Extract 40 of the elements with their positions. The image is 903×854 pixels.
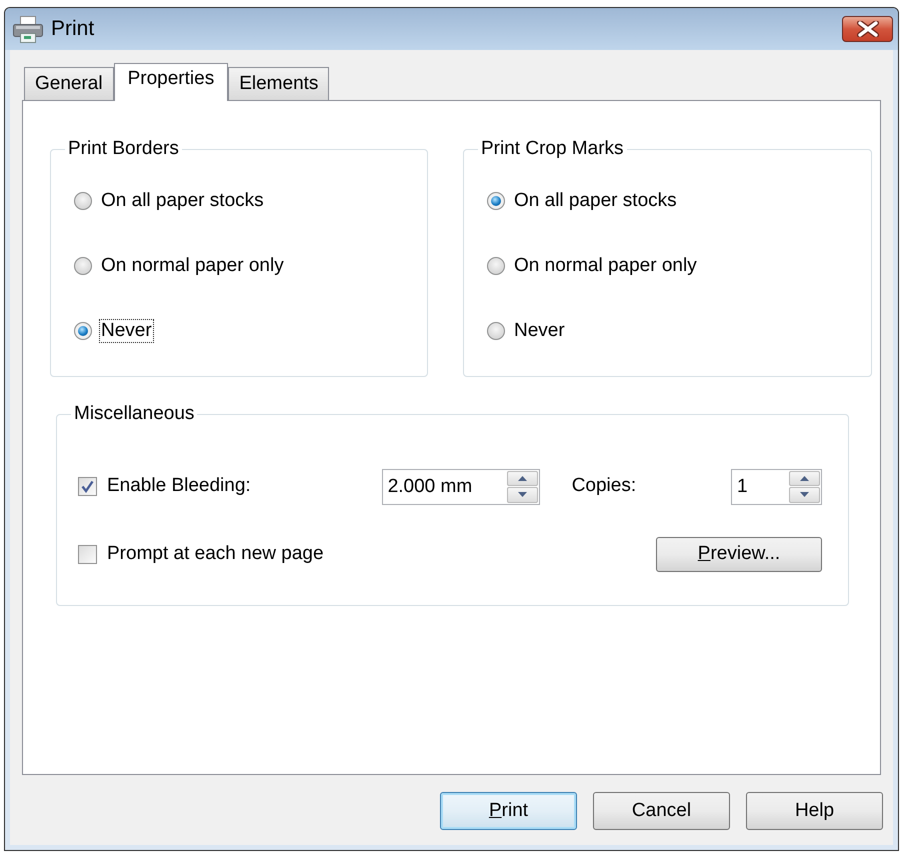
radio-button[interactable] (74, 322, 92, 340)
close-button[interactable] (842, 16, 893, 42)
group-title: Print Crop Marks (480, 137, 625, 161)
radio-button[interactable] (487, 192, 505, 210)
spin-down-button[interactable] (789, 487, 820, 502)
option-label: On normal paper only (513, 254, 698, 276)
up-arrow-icon (800, 476, 809, 481)
tab[interactable]: Properties (114, 63, 228, 101)
group-title: Miscellaneous (73, 402, 196, 426)
up-arrow-icon (518, 476, 527, 481)
dialog-button[interactable]: Print (440, 792, 577, 830)
close-icon (856, 21, 878, 37)
spin-up-button[interactable] (506, 470, 538, 486)
preview-button[interactable]: Preview... (656, 536, 822, 572)
spin-up-button[interactable] (789, 470, 820, 486)
checkbox[interactable] (78, 477, 97, 496)
dialog-button[interactable]: Help (746, 792, 883, 830)
checkbox[interactable] (78, 544, 97, 564)
spin-down-button[interactable] (506, 487, 538, 502)
option-label: Never (513, 320, 566, 342)
radio-button[interactable] (487, 256, 505, 274)
tab[interactable]: General (24, 67, 114, 100)
down-arrow-icon (518, 492, 527, 498)
checkbox-label: Prompt at each new page (107, 542, 324, 566)
down-arrow-icon (800, 492, 809, 498)
printer-icon (13, 16, 43, 42)
checkbox-label: Enable Bleeding: (107, 474, 251, 498)
option-label: Never (100, 320, 153, 342)
radio-button[interactable] (74, 256, 92, 274)
check-icon (81, 480, 94, 493)
radio-button[interactable] (74, 192, 92, 210)
group-title: Print Borders (67, 137, 180, 161)
radio-button[interactable] (487, 322, 505, 340)
tab[interactable]: Elements (228, 67, 330, 100)
option-label: On normal paper only (100, 254, 285, 276)
copies-label: Copies: (572, 474, 638, 498)
window-title: Print (51, 16, 94, 42)
option-label: On all paper stocks (513, 190, 678, 212)
dialog-button[interactable]: Cancel (593, 792, 730, 830)
option-label: On all paper stocks (100, 190, 265, 212)
